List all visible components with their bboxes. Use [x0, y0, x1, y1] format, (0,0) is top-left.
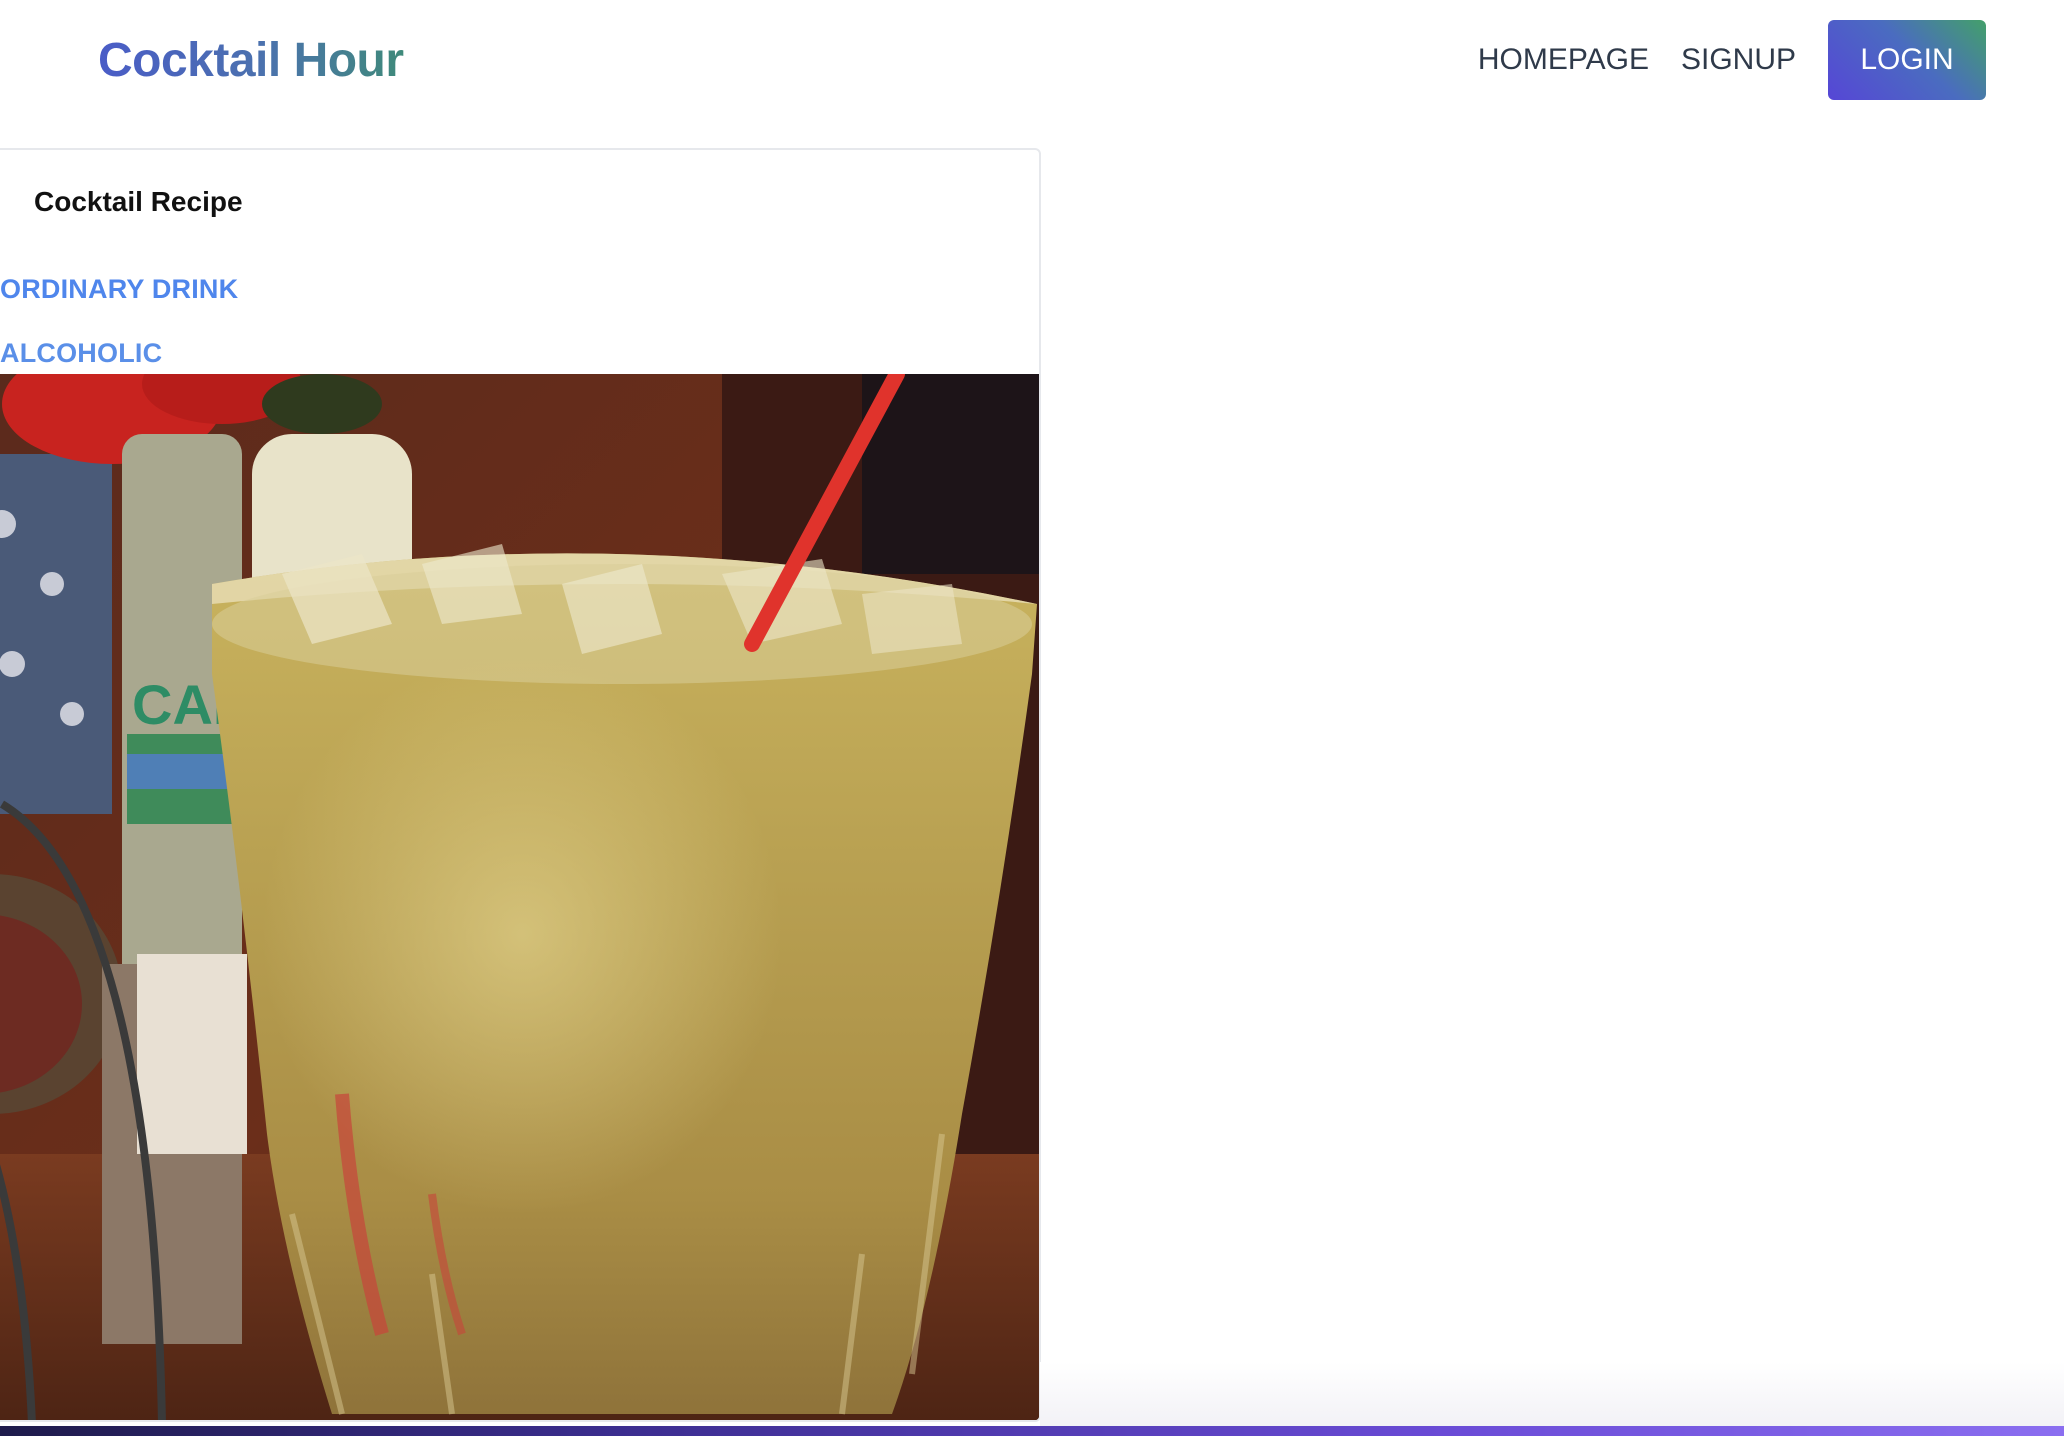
navbar: Cocktail Hour HOMEPAGE SIGNUP LOGIN [0, 0, 2064, 120]
category-tag: ORDINARY DRINK [0, 274, 239, 304]
bottom-gradient-strip [0, 1426, 2064, 1436]
card-title: Cocktail Recipe [34, 186, 243, 217]
nav-links: HOMEPAGE SIGNUP LOGIN [1478, 20, 1986, 100]
nav-homepage-link[interactable]: HOMEPAGE [1478, 43, 1649, 77]
login-button[interactable]: LOGIN [1828, 20, 1986, 100]
alcoholic-tag: ALCOHOLIC [0, 338, 163, 368]
cocktail-photo: CALIS [0, 374, 1039, 1420]
nav-signup-link[interactable]: SIGNUP [1681, 43, 1796, 77]
cocktail-card: Cocktail Recipe ORDINARY DRINK ALCOHOLIC [0, 148, 1041, 1422]
brand-logo[interactable]: Cocktail Hour [98, 30, 404, 92]
bottom-fade [1040, 1362, 2064, 1428]
